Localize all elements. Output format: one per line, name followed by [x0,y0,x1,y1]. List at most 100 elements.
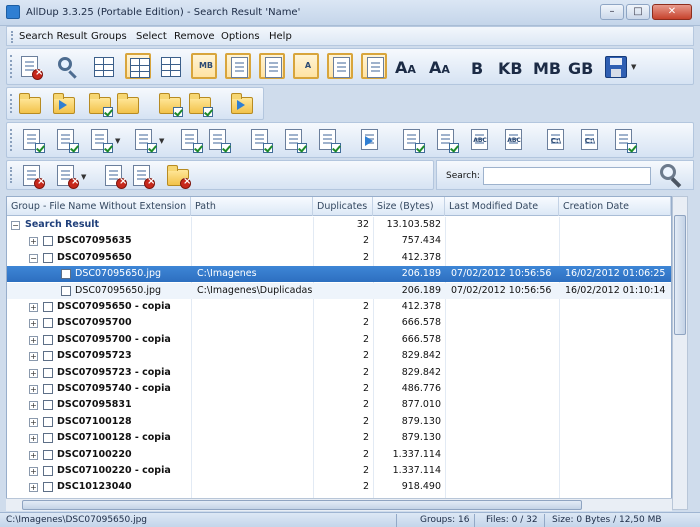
delete-file-icon[interactable] [19,163,45,189]
column-header-modified[interactable]: Last Modified Date [445,197,559,216]
select-dropdown-icon[interactable]: ▼ [115,137,120,145]
unit-mb-button[interactable]: MB [533,59,561,78]
row-checkbox[interactable] [43,252,53,263]
row-checkbox[interactable] [43,334,53,345]
expand-icon[interactable]: + [29,434,38,444]
layout-panel-icon[interactable] [225,53,251,79]
menu-search-result[interactable]: Search Result [19,31,87,42]
doc-preview-icon[interactable] [259,53,285,79]
file-row[interactable]: DSC07095650.jpg C:\Imagenes\Duplicadas 206… [7,282,671,299]
group-row[interactable]: + DSC07100128 - copia 2 879.130 [7,430,671,446]
select-first-icon[interactable] [177,127,203,153]
expand-icon[interactable]: + [29,483,38,493]
folder-uncheck-icon[interactable] [115,91,141,117]
group-row[interactable]: − DSC07095650 2 412.378 [7,250,671,266]
select-drive-icon[interactable]: C:\ [543,127,569,153]
save-icon[interactable] [605,56,627,78]
row-checkbox[interactable] [43,433,53,444]
row-checkbox[interactable] [43,400,53,411]
expand-icon[interactable]: + [29,385,38,394]
select-path-down-icon[interactable] [399,127,425,153]
select-oldest-icon[interactable] [131,127,157,153]
column-header-path[interactable]: Path [191,197,313,216]
column-header-created[interactable]: Creation Date [559,197,671,216]
scroll-thumb[interactable] [22,500,582,510]
group-row[interactable]: + DSC07095650 - copia 2 412.378 [7,299,671,315]
expand-icon[interactable]: + [29,335,38,345]
save-dropdown-icon[interactable]: ▼ [631,63,636,71]
row-checkbox[interactable] [43,384,53,394]
tree-view-icon[interactable] [91,54,117,80]
group-row[interactable]: + DSC07095723 2 829.842 [7,348,671,364]
text-preview-icon[interactable]: A [293,53,319,79]
row-checkbox[interactable] [43,449,53,460]
group-row[interactable]: + DSC07100220 2 1.337.114 [7,447,671,463]
horizontal-scrollbar[interactable] [6,498,672,511]
delete-checked-icon[interactable] [101,163,127,189]
delete-checked-all-icon[interactable] [129,163,155,189]
unit-bytes-button[interactable]: B [471,59,483,78]
collapse-icon[interactable]: − [29,253,38,263]
group-row[interactable]: + DSC07095831 2 877.010 [7,397,671,413]
expand-icon[interactable]: + [29,368,38,378]
expand-icon[interactable]: + [29,467,38,476]
select-name-abc-desc-icon[interactable]: ABC [501,127,527,153]
expand-icon[interactable]: + [29,417,38,427]
scroll-thumb[interactable] [674,215,686,335]
expand-icon[interactable]: + [29,237,38,247]
group-row[interactable]: + DSC07095723 - copia 2 829.842 [7,365,671,381]
column-header-size[interactable]: Size (Bytes) [373,197,445,216]
expand-icon[interactable]: + [29,401,38,411]
group-row[interactable]: + DSC07095740 - copia 2 486.776 [7,381,671,397]
folder-open-icon[interactable] [51,91,77,117]
select-last-icon[interactable] [205,127,231,153]
delete-dropdown-icon[interactable]: ▼ [81,173,86,181]
size-mb-toggle-icon[interactable]: MB [191,53,217,79]
select-by-size-desc-icon[interactable] [53,127,79,153]
font-decrease-icon[interactable]: AA [429,58,450,77]
file-info-panel-icon[interactable] [125,53,151,79]
select-down-icon[interactable] [315,127,341,153]
select-new-star-icon[interactable] [247,127,273,153]
folder-check-all-icon[interactable] [157,91,183,117]
preview-magnifier-icon[interactable] [53,54,79,80]
group-row[interactable]: + DSC07100128 2 879.130 [7,414,671,430]
folder-check-icon[interactable] [87,91,113,117]
search-icon[interactable] [657,163,685,189]
row-checkbox[interactable] [43,466,53,476]
folder-move-icon[interactable] [229,91,255,117]
row-checkbox[interactable] [43,416,53,427]
row-checkbox[interactable] [43,367,53,378]
select-in-folder-icon[interactable] [357,127,383,153]
minimize-button[interactable]: – [600,4,624,20]
column-header-name[interactable]: Group - File Name Without Extension [7,197,191,216]
vertical-scrollbar[interactable] [672,196,688,510]
row-checkbox[interactable] [43,318,53,329]
delete-folder-icon[interactable] [165,163,191,189]
media-preview-icon[interactable] [361,53,387,79]
group-row[interactable]: + DSC07095700 2 666.578 [7,315,671,331]
row-checkbox[interactable] [43,302,53,312]
group-row[interactable]: + DSC07095700 - copia 2 666.578 [7,332,671,348]
group-row[interactable]: + DSC07095635 2 757.434 [7,233,671,249]
select-compare-icon[interactable] [611,127,637,153]
file-row[interactable]: DSC07095650.jpg C:\Imagenes 206.189 07/02/2… [7,266,671,283]
image-preview-icon[interactable] [158,54,184,80]
select-old-star-icon[interactable] [281,127,307,153]
folder-check-group-icon[interactable] [187,91,213,117]
unit-gb-button[interactable]: GB [568,59,593,78]
select-by-size-icon[interactable] [19,127,45,153]
delete-permanent-icon[interactable] [53,163,79,189]
row-checkbox[interactable] [61,285,71,296]
image-thumbnail-icon[interactable] [327,53,353,79]
column-header-duplicates[interactable]: Duplicates [313,197,373,216]
expand-icon[interactable]: + [29,352,38,362]
unit-kb-button[interactable]: KB [498,59,523,78]
menu-remove[interactable]: Remove [174,31,215,42]
collapse-icon[interactable]: − [11,221,20,230]
maximize-button[interactable]: □ [626,4,650,20]
row-checkbox[interactable] [43,482,53,493]
expand-icon[interactable]: + [29,303,38,312]
row-checkbox[interactable] [43,351,53,362]
menu-help[interactable]: Help [269,31,292,42]
